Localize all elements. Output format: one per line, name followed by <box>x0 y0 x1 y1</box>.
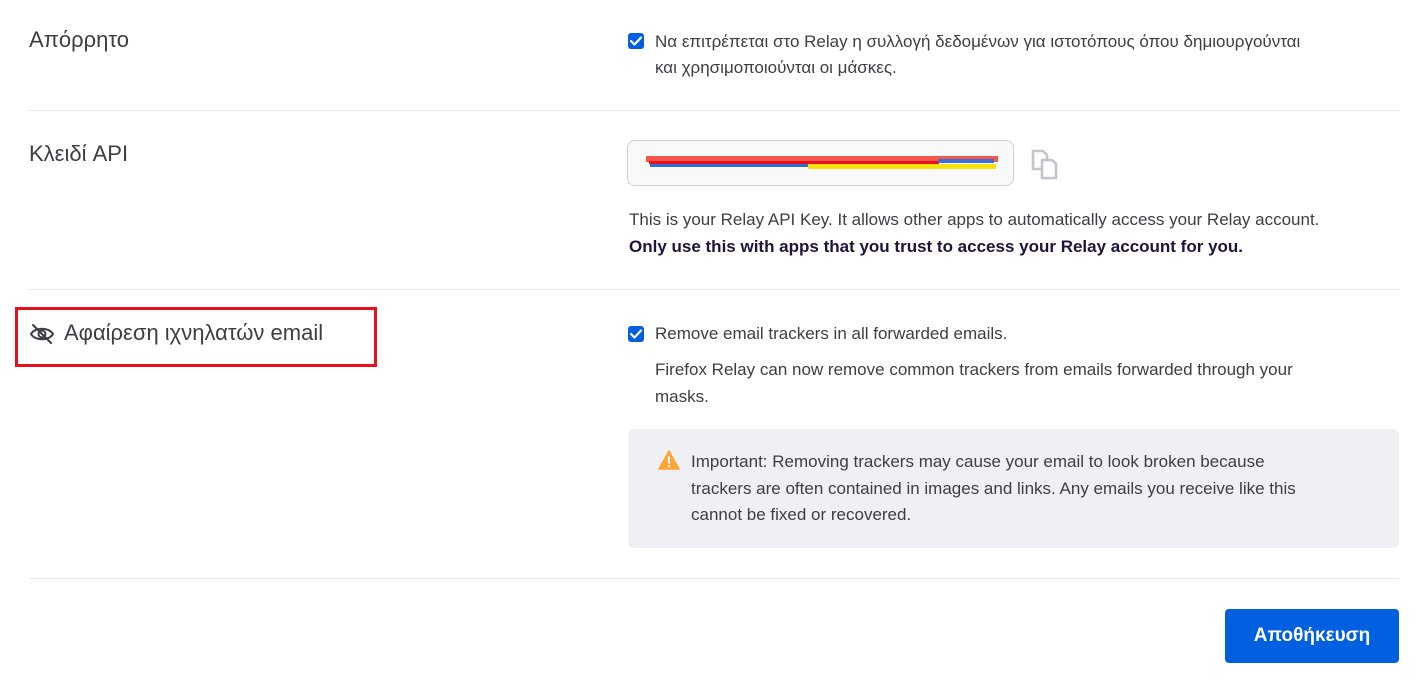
warning-triangle-icon <box>658 450 680 470</box>
tracker-checkbox-label: Remove email trackers in all forwarded e… <box>655 324 1008 343</box>
eye-slash-icon <box>30 324 54 344</box>
important-line2: trackers are often contained in images a… <box>691 478 1296 498</box>
divider <box>29 110 1399 111</box>
copy-icon[interactable] <box>1030 148 1060 180</box>
api-key-label: Κλειδί API <box>29 141 129 166</box>
settings-page: Απόρρητο Να επιτρέπεται στο Relay η συλλ… <box>0 0 1420 686</box>
important-notice: Important: Removing trackers may cause y… <box>628 429 1399 548</box>
privacy-label: Απόρρητο <box>29 27 129 52</box>
privacy-checkbox[interactable] <box>628 33 644 49</box>
privacy-text-line1: Να επιτρέπεται στο Relay η συλλογή δεδομ… <box>655 32 1301 51</box>
api-key-description: This is your Relay API Key. It allows ot… <box>629 210 1320 229</box>
divider <box>29 578 1399 579</box>
save-button[interactable]: Αποθήκευση <box>1225 609 1399 663</box>
important-line3: cannot be fixed or recovered. <box>691 505 912 524</box>
tracker-removal-checkbox[interactable] <box>628 326 644 342</box>
tracker-description-line1: Firefox Relay can now remove common trac… <box>655 360 1293 379</box>
tracker-removal-label: Αφαίρεση ιχνηλατών email <box>64 320 324 345</box>
divider <box>29 289 1399 290</box>
api-key-field[interactable] <box>627 140 1014 186</box>
important-notice-text: Important: Removing trackers may cause y… <box>691 449 1381 529</box>
privacy-text-line2: και χρησιμοποιούνται οι μάσκες. <box>655 58 897 77</box>
redacted-key <box>646 156 998 169</box>
api-key-warning: Only use this with apps that you trust t… <box>629 237 1244 256</box>
checkbox-checked-icon <box>630 329 642 339</box>
important-line1: Important: Removing trackers may cause y… <box>691 452 1265 471</box>
checkbox-checked-icon <box>630 36 642 46</box>
tracker-description-line2: masks. <box>655 387 709 406</box>
